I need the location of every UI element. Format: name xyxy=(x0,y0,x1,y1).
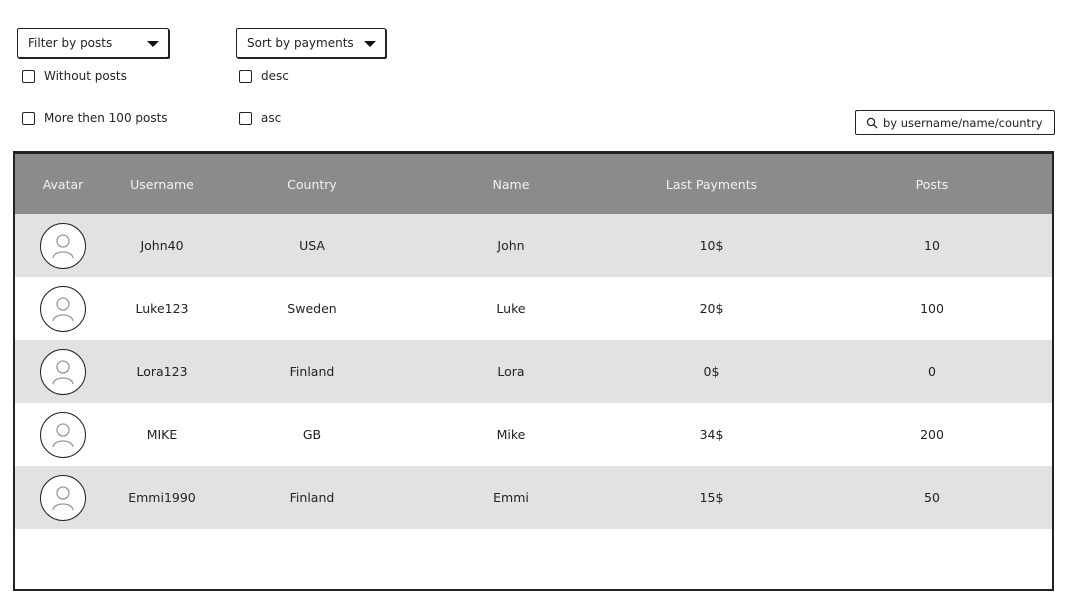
user-avatar-icon xyxy=(40,411,86,458)
cell-name: Lora xyxy=(497,364,525,379)
more-than-100-posts-checkbox[interactable]: More then 100 posts xyxy=(22,111,168,125)
cell-posts: 0 xyxy=(928,364,936,379)
sort-by-payments-dropdown[interactable]: Sort by payments xyxy=(236,28,386,58)
table-header: Avatar Username Country Name Last Paymen… xyxy=(15,154,1052,214)
table-row[interactable]: Emmi1990 Finland Emmi 15$ 50 xyxy=(15,466,1052,529)
search-icon xyxy=(866,117,878,128)
table-row[interactable]: MIKE GB Mike 34$ 200 xyxy=(15,403,1052,466)
table-row[interactable]: Luke123 Sweden Luke 20$ 100 xyxy=(15,277,1052,340)
checkbox-label: asc xyxy=(261,111,282,125)
cell-last-payment: 0$ xyxy=(703,364,720,379)
cell-last-payment: 20$ xyxy=(699,301,724,316)
user-avatar-icon xyxy=(40,348,86,395)
cell-username: Lora123 xyxy=(136,364,188,379)
header-last-payments[interactable]: Last Payments xyxy=(611,177,812,192)
header-name[interactable]: Name xyxy=(411,177,611,192)
checkbox-label: desc xyxy=(261,69,289,83)
cell-posts: 100 xyxy=(920,301,944,316)
asc-checkbox[interactable]: asc xyxy=(239,111,281,125)
cell-posts: 200 xyxy=(920,427,944,442)
checkbox-label: More then 100 posts xyxy=(44,111,168,125)
desc-checkbox[interactable]: desc xyxy=(239,69,289,83)
users-table: Avatar Username Country Name Last Paymen… xyxy=(13,151,1054,591)
cell-country: Finland xyxy=(289,364,335,379)
cell-last-payment: 34$ xyxy=(699,427,724,442)
caret-down-icon xyxy=(364,41,376,47)
cell-name: Mike xyxy=(496,427,526,442)
cell-name: Emmi xyxy=(493,490,529,505)
checkbox-label: Without posts xyxy=(44,69,127,83)
cell-username: John40 xyxy=(140,238,184,253)
table-body: John40 USA John 10$ 10 Luke123 Sweden Luke 20$ 10… xyxy=(15,214,1052,529)
header-avatar[interactable]: Avatar xyxy=(15,177,111,192)
cell-name: John xyxy=(497,238,525,253)
filter-dropdown-label: Filter by posts xyxy=(28,36,113,50)
cell-country: USA xyxy=(299,238,325,253)
cell-country: GB xyxy=(302,427,322,442)
without-posts-checkbox[interactable]: Without posts xyxy=(22,69,127,83)
search-input[interactable]: by username/name/country xyxy=(855,110,1055,135)
sort-dropdown-label: Sort by payments xyxy=(247,36,354,50)
table-row[interactable]: John40 USA John 10$ 10 xyxy=(15,214,1052,277)
cell-name: Luke xyxy=(496,301,526,316)
caret-down-icon xyxy=(147,41,159,47)
table-row[interactable]: Lora123 Finland Lora 0$ 0 xyxy=(15,340,1052,403)
cell-username: Emmi1990 xyxy=(128,490,196,505)
cell-country: Sweden xyxy=(287,301,337,316)
checkbox-box[interactable] xyxy=(22,111,35,125)
cell-posts: 10 xyxy=(924,238,940,253)
cell-username: MIKE xyxy=(146,427,178,442)
checkbox-box[interactable] xyxy=(239,111,252,125)
search-placeholder: by username/name/country xyxy=(883,115,1043,130)
cell-username: Luke123 xyxy=(135,301,189,316)
checkbox-box[interactable] xyxy=(239,69,252,83)
header-country[interactable]: Country xyxy=(213,177,411,192)
user-avatar-icon xyxy=(40,222,86,269)
filter-by-posts-dropdown[interactable]: Filter by posts xyxy=(17,28,169,58)
header-username[interactable]: Username xyxy=(111,177,213,192)
user-avatar-icon xyxy=(40,474,86,521)
header-posts[interactable]: Posts xyxy=(812,177,1052,192)
checkbox-box[interactable] xyxy=(22,69,35,83)
user-avatar-icon xyxy=(40,285,86,332)
cell-country: Finland xyxy=(289,490,335,505)
cell-last-payment: 15$ xyxy=(699,490,724,505)
cell-posts: 50 xyxy=(924,490,940,505)
cell-last-payment: 10$ xyxy=(699,238,724,253)
